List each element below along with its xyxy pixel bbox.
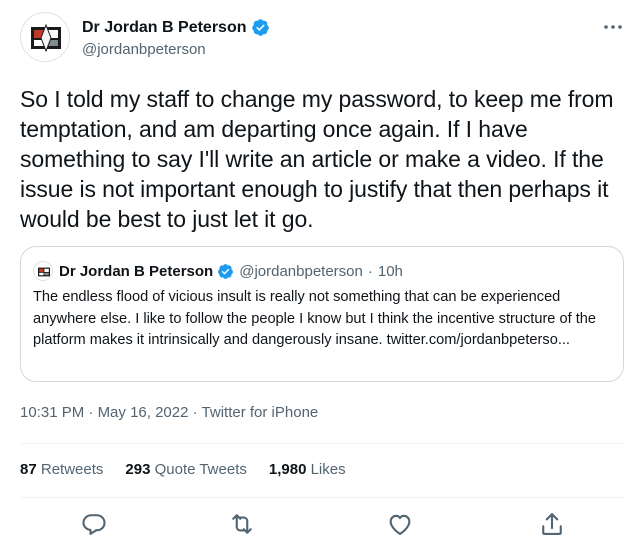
retweets-stat[interactable]: 87 Retweets <box>20 461 103 478</box>
meta-separator: · <box>192 404 198 421</box>
verified-icon <box>252 19 270 36</box>
divider <box>20 443 624 444</box>
divider <box>20 497 624 498</box>
quoted-tweet-header: Dr Jordan B Peterson @jordanbpeterson · … <box>33 261 403 281</box>
quoted-tweet-text: The endless flood of vicious insult is r… <box>33 289 596 348</box>
tweet-time[interactable]: 10:31 PM <box>20 404 84 421</box>
retweets-label: Retweets <box>40 461 104 478</box>
likes-label: Likes <box>310 461 346 478</box>
quoted-tweet[interactable]: Dr Jordan B Peterson @jordanbpeterson · … <box>20 246 624 382</box>
author-handle[interactable]: @jordanbpeterson <box>82 41 206 58</box>
quote-tweets-count: 293 <box>125 461 151 478</box>
author-name[interactable]: Dr Jordan B Peterson <box>82 19 246 37</box>
tweet-text: So I told my staff to change my password… <box>20 86 614 232</box>
more-icon[interactable] <box>602 20 624 34</box>
quoted-author-handle: @jordanbpeterson <box>239 262 363 280</box>
retweets-count: 87 <box>20 461 37 478</box>
quoted-author-name: Dr Jordan B Peterson <box>59 262 214 280</box>
likes-count: 1,980 <box>268 461 307 478</box>
meta-separator: · <box>88 404 94 421</box>
quoted-avatar <box>33 261 53 281</box>
tweet-header: Dr Jordan B Peterson @jordanbpeterson <box>20 12 624 64</box>
tweet-source[interactable]: Twitter for iPhone <box>202 404 319 421</box>
quote-tweets-stat[interactable]: 293 Quote Tweets <box>125 461 246 478</box>
tweet-actions <box>20 510 624 540</box>
quoted-time: 10h <box>377 262 403 280</box>
quoted-separator: · <box>367 262 373 280</box>
name-row: Dr Jordan B Peterson <box>82 18 270 37</box>
tweet-meta: 10:31 PM · May 16, 2022 · Twitter for iP… <box>20 404 318 421</box>
likes-stat[interactable]: 1,980 Likes <box>269 461 346 478</box>
reply-icon[interactable] <box>80 510 108 538</box>
avatar[interactable] <box>20 12 70 62</box>
tweet-date[interactable]: May 16, 2022 <box>98 404 189 421</box>
share-icon[interactable] <box>538 510 566 538</box>
retweet-icon[interactable] <box>228 510 256 538</box>
verified-icon <box>218 263 234 279</box>
like-icon[interactable] <box>386 510 414 538</box>
tweet-stats: 87 Retweets 293 Quote Tweets 1,980 Likes <box>20 461 368 478</box>
quote-tweets-label: Quote Tweets <box>154 461 247 478</box>
